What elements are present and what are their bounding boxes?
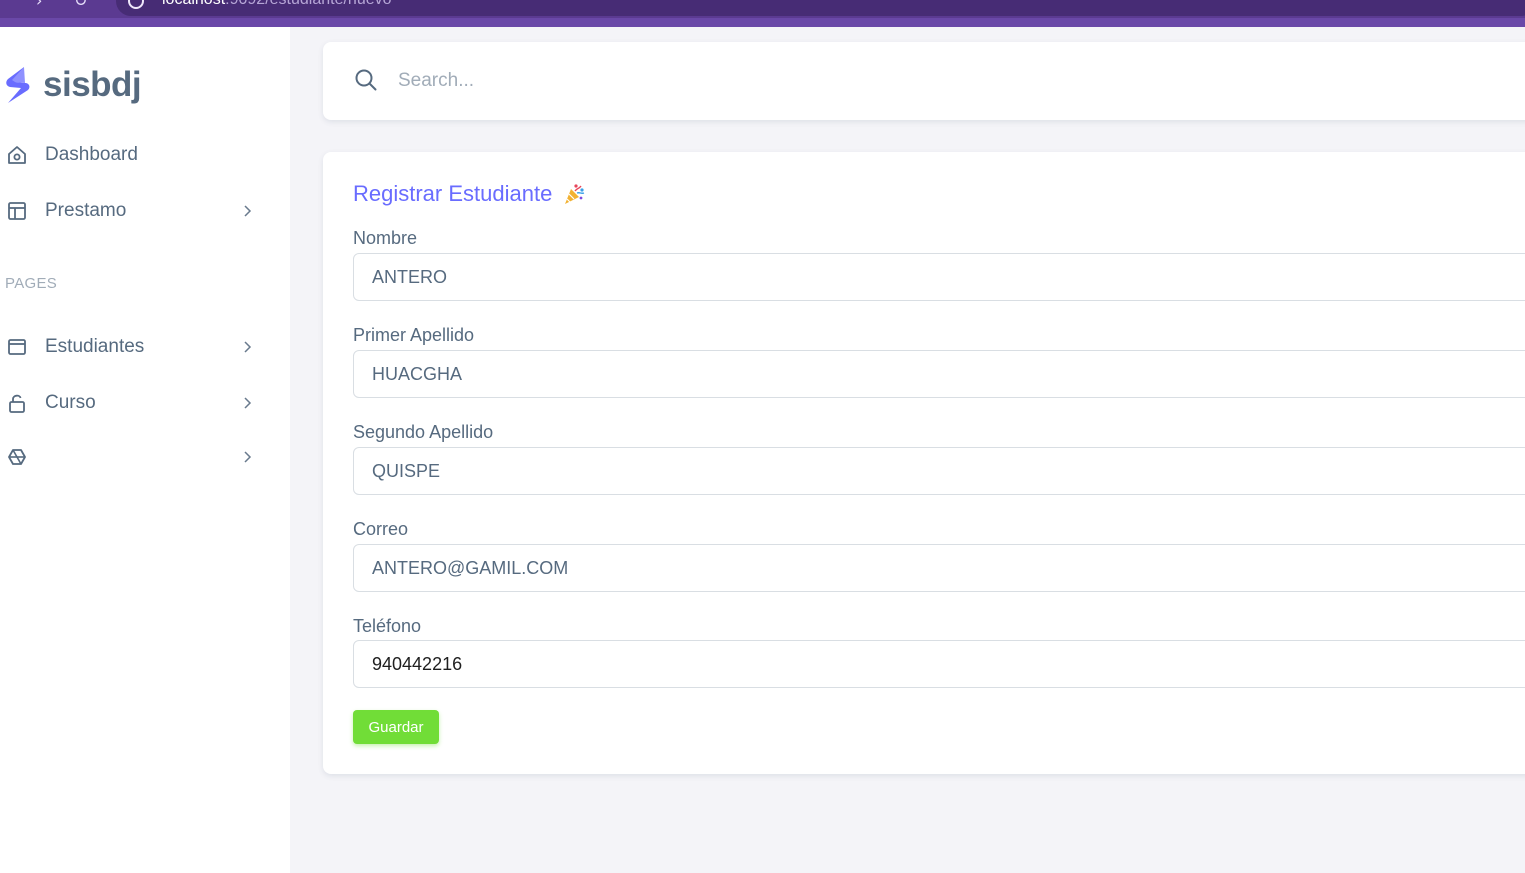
forward-icon[interactable]: › — [36, 0, 42, 10]
sidebar-item-curso[interactable]: Curso — [0, 381, 270, 425]
chevron-right-icon — [244, 341, 252, 353]
layout-icon — [8, 202, 26, 220]
reload-icon[interactable]: ↻ — [74, 0, 87, 10]
lock-open-icon — [9, 394, 25, 413]
menu-section-header: PAGES — [5, 275, 58, 292]
brand[interactable]: sisbdj — [4, 65, 142, 105]
brand-name: sisbdj — [43, 65, 142, 104]
correo-label: Correo — [353, 519, 409, 539]
card-title: Registrar Estudiante — [353, 181, 586, 207]
url-host: localhost — [162, 0, 225, 8]
save-button[interactable]: Guardar — [353, 710, 439, 744]
brand-logo-icon — [6, 67, 30, 103]
search-input[interactable] — [398, 64, 658, 98]
segundo-apellido-label: Segundo Apellido — [353, 422, 494, 442]
sidebar: sisbdj Dashboard Prestamo PAGES Estudian… — [0, 27, 290, 873]
sidebar-item-unlabeled[interactable] — [0, 435, 270, 479]
register-student-card: Registrar Estudiante Nombre Primer Apell… — [323, 152, 1525, 774]
party-popper-icon — [565, 184, 585, 204]
address-text[interactable]: localhost:9092/estudiante/nuevo — [162, 0, 392, 9]
browser-toolbar: › ↻ localhost:9092/estudiante/nuevo — [0, 0, 1525, 27]
chevron-right-icon — [244, 397, 252, 409]
telefono-label: Teléfono — [353, 616, 422, 636]
chevron-right-icon — [244, 451, 252, 463]
sidebar-item-label: Estudiantes — [45, 336, 145, 357]
toolbar-accent — [0, 18, 1525, 27]
search-bar — [323, 42, 1525, 120]
sidebar-item-label: Curso — [45, 392, 96, 413]
sidebar-item-dashboard[interactable]: Dashboard — [0, 133, 270, 177]
nombre-label: Nombre — [353, 228, 418, 248]
sidebar-item-label: Dashboard — [45, 144, 138, 165]
sidebar-item-label: Prestamo — [45, 200, 127, 221]
chevron-right-icon — [244, 205, 252, 217]
segundo-apellido-field[interactable] — [353, 447, 1525, 495]
telefono-field[interactable] — [353, 640, 1525, 688]
home-icon — [8, 146, 26, 164]
sidebar-item-prestamo[interactable]: Prestamo — [0, 189, 270, 233]
window-icon — [8, 339, 26, 355]
correo-field[interactable] — [353, 544, 1525, 592]
card-title-text: Registrar Estudiante — [353, 181, 553, 206]
url-path: :9092/estudiante/nuevo — [225, 0, 391, 8]
nombre-field[interactable] — [353, 253, 1525, 301]
primer-apellido-field[interactable] — [353, 350, 1525, 398]
search-icon — [355, 69, 377, 91]
cube-icon — [8, 449, 26, 465]
primer-apellido-label: Primer Apellido — [353, 325, 475, 345]
sidebar-item-estudiantes[interactable]: Estudiantes — [0, 325, 270, 369]
